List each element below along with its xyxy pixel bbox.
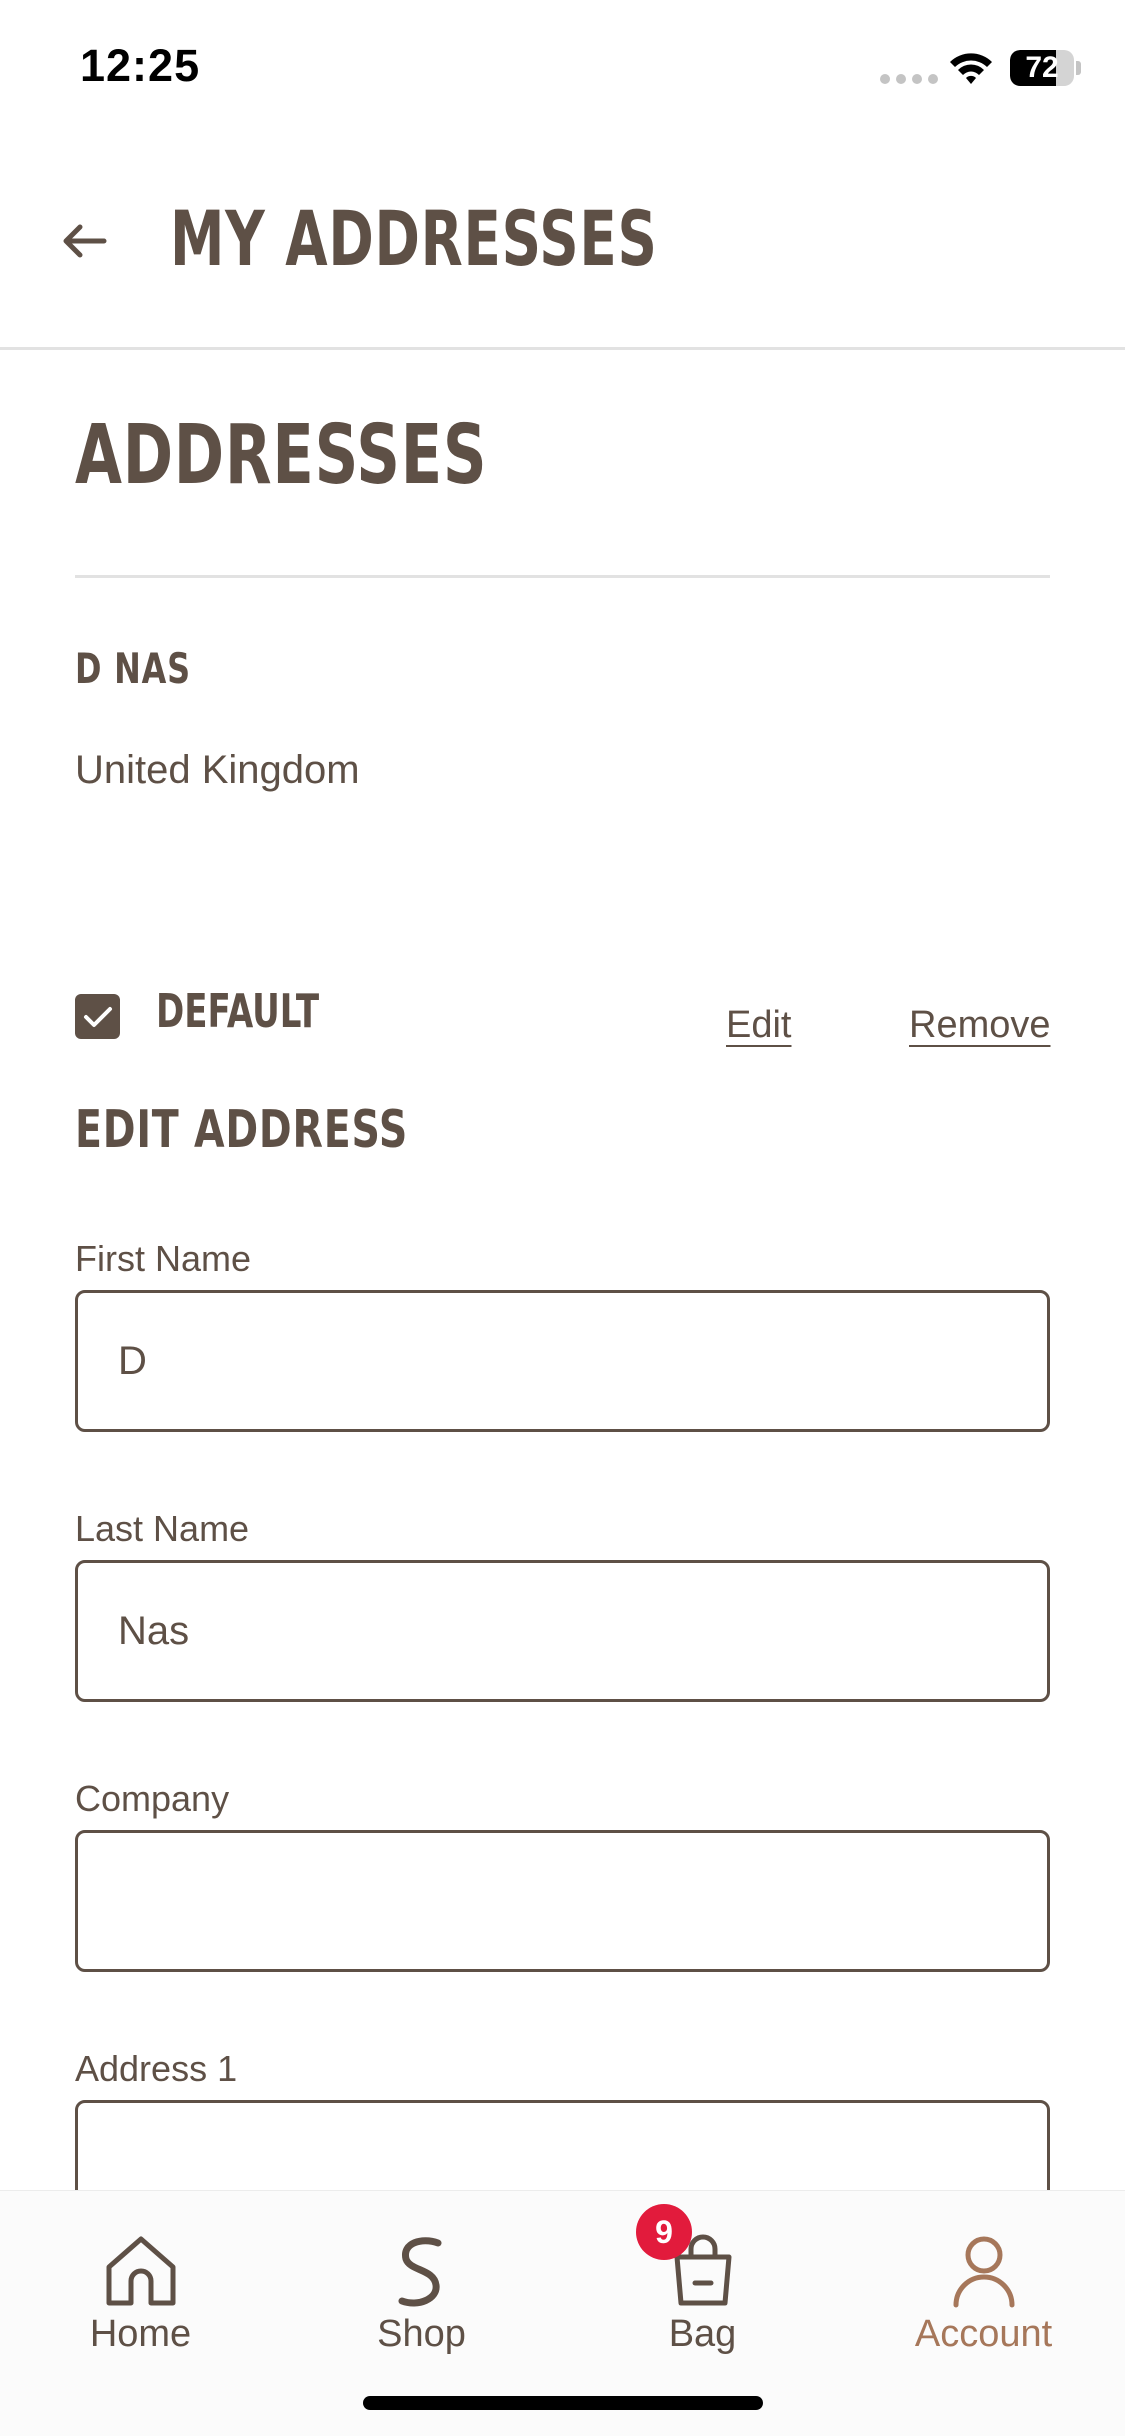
remove-address-link[interactable]: Remove: [909, 1004, 1051, 1047]
tab-shop-label: Shop: [377, 2313, 466, 2355]
last-name-label: Last Name: [75, 1508, 250, 1549]
app-header: MY ADDRESSES: [0, 140, 1125, 350]
default-checkbox[interactable]: [75, 994, 120, 1039]
back-button[interactable]: [48, 206, 118, 276]
company-field[interactable]: [75, 1830, 1050, 1972]
address-1-label: Address 1: [75, 2048, 238, 2089]
last-name-field[interactable]: [75, 1560, 1050, 1702]
cellular-signal-icon: [880, 74, 938, 84]
status-bar: 12:25 72: [0, 0, 1125, 140]
tab-bag[interactable]: Bag: [562, 2191, 843, 2371]
shop-logo-icon: [398, 2237, 441, 2307]
account-icon: [953, 2236, 1014, 2308]
wifi-icon: [950, 53, 992, 84]
tab-bag-label: Bag: [668, 2313, 737, 2355]
address-country: United Kingdom: [75, 748, 360, 792]
battery-icon: 72: [1010, 50, 1082, 86]
arrow-left-icon: [63, 224, 107, 258]
tab-account-label: Account: [914, 2313, 1053, 2355]
status-time: 12:25: [80, 40, 201, 91]
addresses-heading: ADDRESSES: [75, 408, 488, 503]
tab-home[interactable]: Home: [0, 2191, 281, 2371]
first-name-field[interactable]: [75, 1290, 1050, 1432]
edit-address-link[interactable]: Edit: [726, 1004, 791, 1047]
first-name-label: First Name: [75, 1238, 252, 1279]
tab-home-label: Home: [89, 2313, 192, 2355]
checkmark-icon: [83, 1006, 112, 1027]
default-label: DEFAULT: [156, 984, 320, 1038]
tab-shop[interactable]: Shop: [281, 2191, 562, 2371]
section-divider: [75, 575, 1050, 578]
tab-account[interactable]: Account: [843, 2191, 1124, 2371]
battery-level: 72: [1025, 51, 1059, 84]
edit-address-heading: EDIT ADDRESS: [75, 1100, 409, 1160]
home-icon: [106, 2236, 175, 2306]
address-name: D NAS: [75, 644, 191, 693]
page-title: MY ADDRESSES: [170, 194, 658, 283]
company-label: Company: [75, 1778, 230, 1819]
bag-count-badge: 9: [636, 2204, 692, 2260]
home-indicator[interactable]: [363, 2396, 763, 2410]
